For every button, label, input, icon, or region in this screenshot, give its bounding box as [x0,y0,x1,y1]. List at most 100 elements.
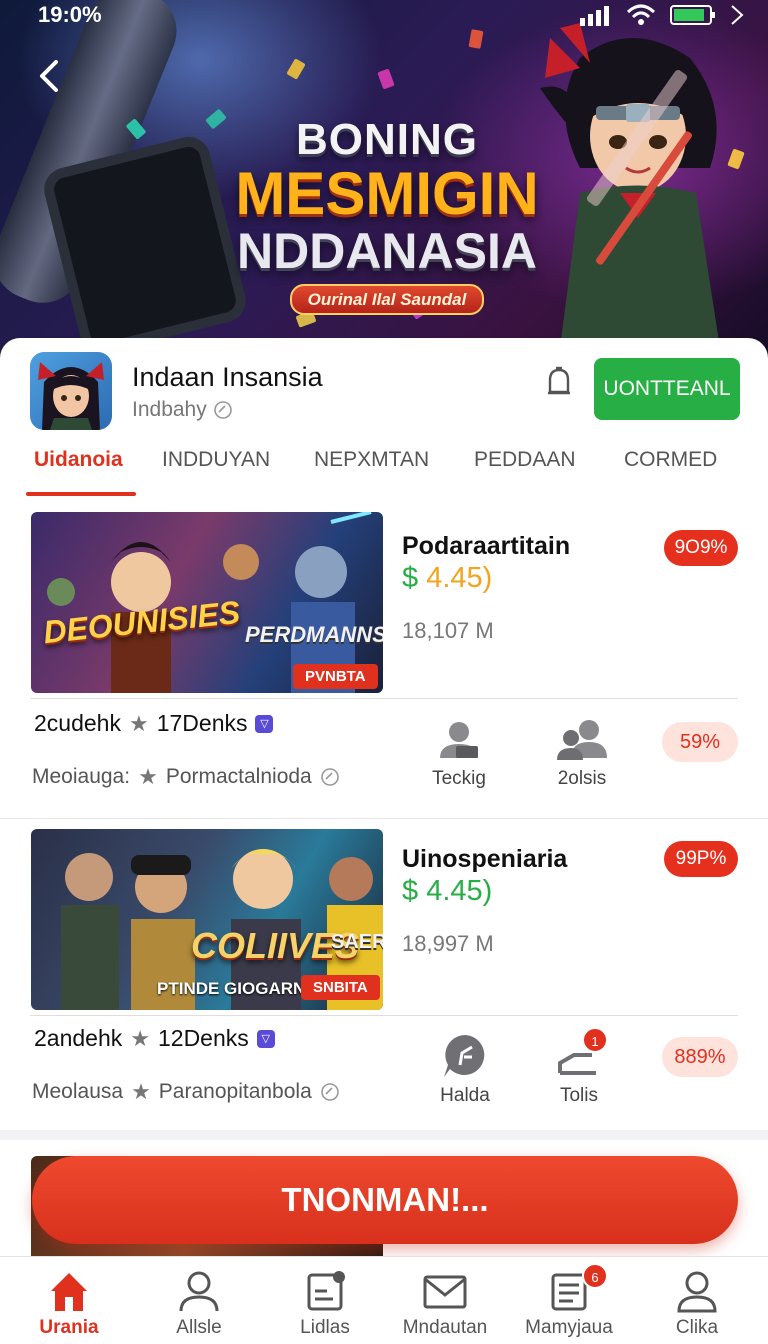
tab-3[interactable]: PEDDAAN [474,448,576,472]
nav-mamyjaua[interactable]: Mamyjaua 6 [504,1263,634,1339]
status-time: 19:0% [38,2,102,27]
card-divider [30,1015,738,1016]
tab-2[interactable]: NEPXMTAN [314,448,429,472]
meta-label: Meoiauga: [32,765,131,788]
meta-tag: Pormactalnioda [165,765,312,788]
verified-icon [320,1083,339,1101]
download-button[interactable]: UONTTEANL [594,358,740,420]
price-value: 4.45) [426,875,493,907]
nav-label: Mndautan [402,1317,488,1338]
thumbnail-badge: SNBITA [301,975,380,1000]
battery-icon [670,5,715,25]
nav-clika[interactable]: Clika [632,1269,762,1339]
verified-icon [320,768,339,786]
action-teckig[interactable]: Teckig [404,718,514,790]
game-size: 18,107 M [402,618,494,643]
star-icon: ★ [131,1079,151,1104]
meta-secondary: Meolausa ★ Paranopitanbola [32,1079,340,1105]
hero-title: BONING MESMIGIN NDDANASIA Ourinal Ilal S… [232,118,542,315]
tab-1[interactable]: INDDUYAN [162,448,270,472]
more-vertical-icon [731,5,744,25]
sale-badge: 9O9% [664,530,738,566]
discount-pill: 889% [662,1037,738,1077]
notification-badge: 1 [582,1027,608,1053]
meta-name: 2andehk [34,1025,123,1051]
nav-label: Clika [675,1317,719,1338]
back-arrow-icon[interactable] [30,56,70,96]
developer-name: Indbahy [132,398,207,421]
action-tolis[interactable]: Tolis 1 [524,1027,634,1107]
action-label: Halda [440,1085,490,1106]
nav-mndautan[interactable]: Mndautan [380,1269,510,1339]
nav-lidlas[interactable]: Lidlas [260,1269,390,1339]
action-2olsis[interactable]: 2olsis [527,718,637,790]
tab-0[interactable]: Uidanoia [34,448,123,472]
signal-icon [580,6,609,26]
game-card-2[interactable]: COLIIVES SAER PTINDE GIOGARN SNBITA Uino… [0,818,768,1130]
nav-label: Allsle [176,1317,222,1338]
notification-badge: 6 [582,1263,608,1289]
price-symbol: $ [402,562,419,594]
app-header: Indaan Insansia Indbahy UONTTEANL Uidano… [0,338,768,508]
game-card-1[interactable]: DEOUNISIES PERDMANNS PVNBTA Podaraartita… [0,508,768,818]
tab-bar: Uidanoia INDDUYAN NEPXMTAN PEDDAAN CORME… [0,438,768,500]
action-halda[interactable]: Halda [410,1033,520,1107]
bell-icon[interactable] [546,366,572,400]
thumbnail-badge: PVNBTA [293,664,378,689]
nav-allsle[interactable]: Allsle [134,1269,264,1339]
hero-art-phone [39,132,251,358]
game-title: Uinospeniaria [402,845,568,873]
meta-primary: 2cudehk ★ 17Denks ▽ [34,710,274,737]
action-label: 2olsis [557,768,607,789]
mail-icon [423,1275,467,1309]
app-developer[interactable]: Indbahy [132,398,233,422]
app-icon-art [38,362,104,430]
tier-badge-icon: ▽ [256,1029,275,1048]
meta-label: Meolausa [32,1080,124,1103]
tab-4[interactable]: CORMED [624,448,717,472]
meta-name: 2cudehk [34,710,121,736]
meta-rating: 12Denks [157,1025,249,1051]
person-icon [179,1271,219,1312]
hero-title-line1: BONING [296,115,478,164]
bottom-navigation: Urania Allsle Lidlas Mndautan Mamyjaua 6… [0,1256,768,1344]
thumbnail-title-2: PERDMANNS [245,622,383,647]
discount-pill: 59% [662,722,738,762]
hero-banner: 19:0% BONING MESMIGIN NDDANASIA Ourinal … [0,0,768,360]
profile-icon [677,1271,717,1313]
hero-character-illustration [540,23,720,348]
sale-badge: 99P% [664,841,738,877]
tier-badge-icon: ▽ [255,714,274,733]
card-divider [30,698,738,699]
game-thumbnail[interactable]: COLIIVES SAER PTINDE GIOGARN SNBITA [31,829,383,1010]
share-bubble-icon [444,1035,485,1077]
meta-tag: Paranopitanbola [158,1080,312,1103]
home-icon [51,1273,87,1311]
confetti [377,68,395,90]
users-icon [557,720,607,760]
user-card-icon [440,722,478,758]
install-cta-button[interactable]: TNONMAN!... [32,1156,738,1244]
meta-rating: 17Denks [156,710,248,736]
nav-home[interactable]: Urania [4,1269,134,1339]
thumbnail-title-2: SAER [331,931,383,953]
game-size: 18,997 M [402,931,494,956]
price-symbol: $ [402,875,419,907]
hero-title-line3: NDDANASIA [237,223,537,279]
confetti [205,108,227,130]
action-label: Teckig [432,768,486,789]
star-icon: ★ [138,764,158,789]
meta-secondary: Meoiauga: ★ Pormactalnioda [32,764,340,790]
thumbnail-caption: PTINDE GIOGARN [157,979,306,998]
game-thumbnail[interactable]: DEOUNISIES PERDMANNS PVNBTA [31,512,383,693]
status-bar: 19:0% [0,0,768,30]
app-name: Indaan Insansia [132,362,323,392]
hero-subtitle: Ourinal Ilal Saundal [289,284,485,315]
wifi-icon [626,4,656,25]
verified-icon [213,401,232,419]
list-card-icon [307,1271,345,1311]
app-icon [30,352,112,430]
status-icons [578,4,744,26]
confetti [468,29,484,49]
price-value: 4.45) [426,562,493,594]
